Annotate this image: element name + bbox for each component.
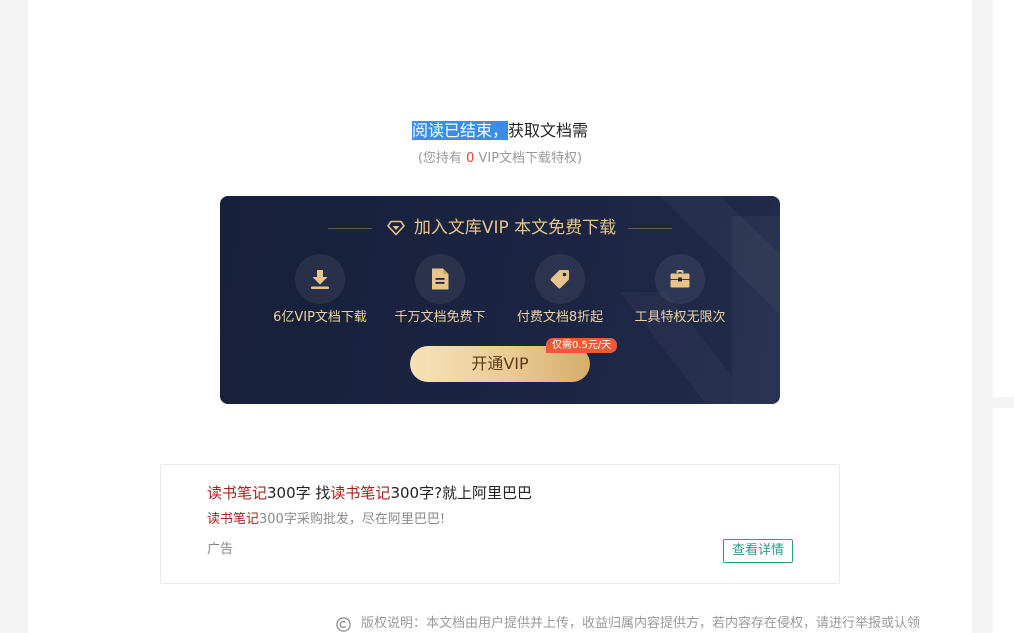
feature-item: 工具特权无限次 (620, 254, 740, 326)
vip-feature-list: 6亿VIP文档下载 千万文档免费下 付费文档8折起 工具特权无限次 (260, 254, 740, 326)
ad-title-text: 300字?就上阿里巴巴 (390, 484, 533, 502)
document-icon (415, 254, 465, 304)
document-main-panel: 阅读已结束，获取文档需 (您持有 0 VIP文档下载特权) 加入文库VIP 本文… (28, 0, 972, 633)
ad-keyword: 读书笔记 (207, 512, 260, 527)
vip-card-title: 加入文库VIP 本文免费下载 (413, 218, 617, 238)
feature-label: 工具特权无限次 (634, 310, 726, 325)
right-sidebar-panel-lower (993, 408, 1014, 633)
privilege-suffix: VIP文档下载特权) (474, 151, 583, 166)
privilege-prefix: (您持有 (417, 151, 467, 166)
ad-description-text: 300字采购批发，尽在阿里巴巴! (259, 512, 446, 527)
feature-item: 付费文档8折起 (500, 254, 620, 326)
vip-card-header: 加入文库VIP 本文免费下载 (220, 216, 780, 240)
price-tag-icon (535, 254, 585, 304)
ad-label: 广告 (207, 542, 234, 557)
view-details-button[interactable]: 查看详情 (723, 539, 793, 563)
notice-rest-text: 获取文档需 (508, 121, 589, 140)
feature-item: 6亿VIP文档下载 (260, 254, 380, 326)
ad-title-link[interactable]: 读书笔记300字 找读书笔记300字?就上阿里巴巴 (207, 483, 532, 503)
header-divider-right (628, 227, 673, 229)
feature-label: 6亿VIP文档下载 (273, 310, 367, 325)
ad-title-text: 300字 找 (267, 484, 331, 502)
ad-description: 读书笔记300字采购批发，尽在阿里巴巴! (207, 511, 445, 529)
ad-keyword: 读书笔记 (207, 484, 268, 502)
feature-label: 千万文档免费下 (394, 310, 486, 325)
toolbox-icon (655, 254, 705, 304)
ad-card: 读书笔记300字 找读书笔记300字?就上阿里巴巴 读书笔记300字采购批发，尽… (160, 464, 840, 584)
diamond-icon (387, 220, 405, 236)
feature-item: 千万文档免费下 (380, 254, 500, 326)
notice-highlighted-text: 阅读已结束， (411, 121, 508, 140)
header-divider-left (327, 227, 372, 229)
reading-ended-notice: 阅读已结束，获取文档需 (28, 121, 972, 141)
download-icon (295, 254, 345, 304)
copyright-text: 版权说明：本文档由用户提供并上传，收益归属内容提供方，若内容存在侵权，请进行举报… (361, 616, 921, 631)
price-badge: 仅需0.5元/天 (546, 338, 618, 353)
vip-privilege-line: (您持有 0 VIP文档下载特权) (28, 151, 972, 167)
feature-label: 付费文档8折起 (516, 310, 604, 325)
ad-keyword: 读书笔记 (330, 484, 391, 502)
vip-promo-card: 加入文库VIP 本文免费下载 6亿VIP文档下载 千万文档免费下 付费文档8折起… (220, 196, 780, 404)
copyright-notice: 版权说明：本文档由用户提供并上传，收益归属内容提供方，若内容存在侵权，请进行举报… (336, 615, 956, 633)
copyright-icon (336, 616, 351, 632)
right-sidebar-panel (993, 0, 1014, 397)
